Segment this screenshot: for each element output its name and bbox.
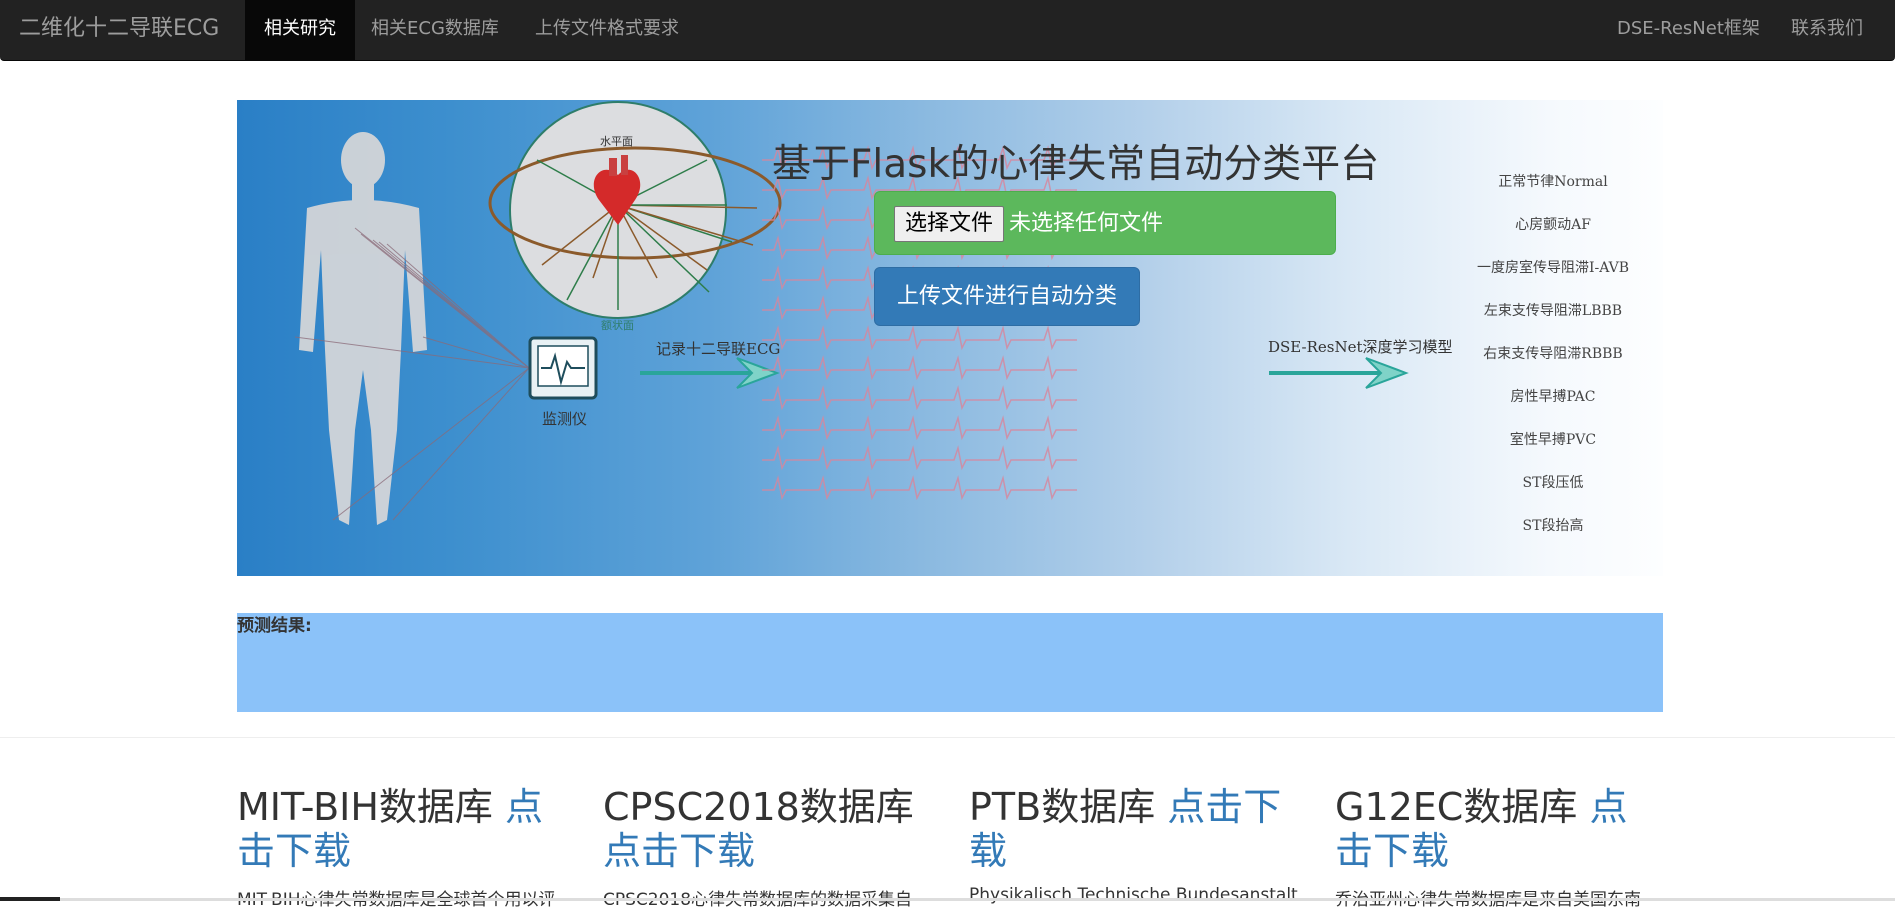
horizontal-scrollbar-thumb[interactable] <box>0 897 60 901</box>
top-navbar: 二维化十二导联ECG 相关研究 相关ECG数据库 上传文件格式要求 DSE-Re… <box>0 0 1895 61</box>
prediction-result-box <box>237 613 1663 712</box>
horizontal-plane-label: 水平面 <box>600 135 633 148</box>
nav-item-related-research[interactable]: 相关研究 <box>245 0 355 61</box>
file-select-panel: 选择文件 未选择任何文件 <box>874 191 1336 255</box>
ecg-trace-line <box>762 475 1077 501</box>
ecg-trace-line <box>762 415 1077 441</box>
monitor-label: 监测仪 <box>542 410 588 428</box>
ecg-trace-line <box>762 355 1077 381</box>
nav-item-contact-us[interactable]: 联系我们 <box>1772 0 1882 61</box>
class-label-st-depression: ST段压低 <box>1522 475 1584 491</box>
ecg-trace-line <box>762 385 1077 411</box>
class-label-iavb: 一度房室传导阻滞I-AVB <box>1476 260 1630 276</box>
database-title: CPSC2018数据库 点击下载 <box>603 785 914 873</box>
flow-arrow-icon <box>640 357 1409 389</box>
nav-item-upload-format[interactable]: 上传文件格式要求 <box>516 0 698 61</box>
nav-item-ecg-databases[interactable]: 相关ECG数据库 <box>352 0 518 61</box>
class-label-af: 心房颤动AF <box>1515 217 1591 233</box>
class-label-normal: 正常节律Normal <box>1498 174 1608 190</box>
database-title: G12EC数据库 点击下载 <box>1335 785 1628 873</box>
prediction-result-title: 预测结果: <box>237 616 312 636</box>
section-divider <box>0 737 1895 738</box>
class-label-pac: 房性早搏PAC <box>1510 389 1596 405</box>
database-title: MIT-BIH数据库 点击下载 <box>237 785 544 873</box>
navbar-brand[interactable]: 二维化十二导联ECG <box>19 0 219 61</box>
database-title: PTB数据库 点击下载 <box>969 785 1282 873</box>
class-label-rbbb: 右束支传导阻滞RBBB <box>1483 346 1623 362</box>
model-label: DSE-ResNet深度学习模型 <box>1268 338 1453 356</box>
database-card-cpsc2018: CPSC2018数据库 点击下载 CPSC2018心律失常数据库的数据采集自 <box>603 785 933 910</box>
database-card-mitbih: MIT-BIH数据库 点击下载 MIT-BIH心律失常数据库是全球首个用以评 <box>237 785 567 910</box>
class-label-lbbb: 左束支传导阻滞LBBB <box>1483 303 1623 319</box>
record-ecg-label: 记录十二导联ECG <box>656 340 781 358</box>
database-card-g12ec: G12EC数据库 点击下载 乔治亚州心律失常数据库是来自美国东南 <box>1335 785 1665 910</box>
monitor-icon <box>528 336 598 400</box>
upload-classify-button[interactable]: 上传文件进行自动分类 <box>874 267 1140 326</box>
page-title: 基于Flask的心律失常自动分类平台 <box>772 142 1380 187</box>
nav-item-dse-resnet[interactable]: DSE-ResNet框架 <box>1598 0 1779 61</box>
ecg-trace-line <box>762 445 1077 471</box>
ecg-trace-line <box>762 325 1077 351</box>
choose-file-button[interactable]: 选择文件 <box>894 206 1005 242</box>
class-label-st-elevation: ST段抬高 <box>1522 518 1584 534</box>
human-body-figure <box>299 132 427 525</box>
database-card-ptb: PTB数据库 点击下载 Physikalisch Technische Bund… <box>969 785 1299 905</box>
database-description: Physikalisch Technische Bundesanstalt <box>969 885 1298 905</box>
hero-banner: 水平面 额状面 监测仪 记录十二导联ECG DSE-ResNet深度学习模型 基… <box>237 100 1663 576</box>
class-label-pvc: 室性早搏PVC <box>1509 432 1597 448</box>
coronal-plane-label: 额状面 <box>601 319 634 332</box>
download-link[interactable]: 点击下载 <box>603 829 755 873</box>
file-status-text: 未选择任何文件 <box>1009 211 1164 236</box>
